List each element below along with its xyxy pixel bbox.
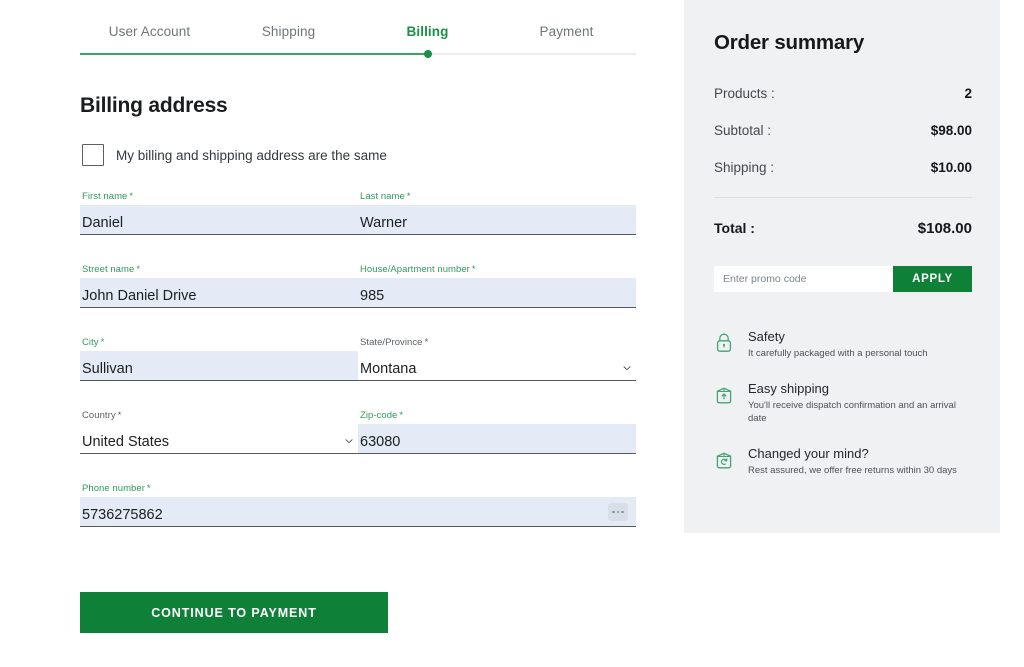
perk-desc: Rest assured, we offer free returns with… [748, 464, 957, 477]
zip-code-label: Zip-code* [358, 410, 636, 424]
same-address-checkbox[interactable] [82, 144, 104, 166]
state-select[interactable]: Montana [358, 351, 636, 381]
state-label: State/Province* [358, 337, 636, 351]
state-field[interactable]: State/Province* Montana [358, 337, 636, 381]
perk-easy-shipping: Easy shipping You'll receive dispatch co… [714, 381, 972, 425]
same-address-row[interactable]: My billing and shipping address are the … [82, 144, 636, 166]
perk-title: Changed your mind? [748, 446, 957, 461]
chevron-down-icon [344, 436, 354, 446]
page-title: Billing address [80, 94, 636, 118]
country-select-value: United States [82, 434, 169, 450]
same-address-label: My billing and shipping address are the … [116, 148, 387, 163]
state-select-value: Montana [360, 361, 416, 377]
step-shipping[interactable]: Shipping [219, 24, 358, 53]
shipping-value: $10.00 [931, 160, 972, 175]
form-row-name: First name* Daniel Last name* Warner [80, 191, 636, 235]
perk-safety-text: Safety It carefully packaged with a pers… [748, 329, 928, 360]
perk-changed-your-mind-text: Changed your mind? Rest assured, we offe… [748, 446, 957, 477]
first-name-label: First name* [80, 191, 358, 205]
stepper-labels: User Account Shipping Billing Payment [80, 24, 636, 53]
step-billing[interactable]: Billing [358, 24, 497, 53]
zip-code-input[interactable]: 63080 [358, 424, 636, 454]
shipping-label: Shipping : [714, 160, 774, 175]
perks-list: Safety It carefully packaged with a pers… [714, 329, 972, 477]
form-fields: First name* Daniel Last name* Warner Str… [80, 191, 636, 527]
city-label: City* [80, 337, 358, 351]
stepper-track [80, 53, 636, 55]
perk-changed-your-mind: Changed your mind? Rest assured, we offe… [714, 446, 972, 477]
phone-number-field[interactable]: Phone number* 5736275862 [80, 483, 636, 527]
perk-desc: It carefully packaged with a personal to… [748, 347, 928, 360]
step-payment[interactable]: Payment [497, 24, 636, 53]
phone-number-label: Phone number* [80, 483, 636, 497]
order-summary-title: Order summary [714, 31, 972, 55]
form-row-country-zip: Country* United States Zip-code* 63080 [80, 410, 636, 454]
house-number-field[interactable]: House/Apartment number* 985 [358, 264, 636, 308]
box-return-arrow-icon [714, 446, 738, 477]
first-name-input[interactable]: Daniel [80, 205, 358, 235]
perk-easy-shipping-text: Easy shipping You'll receive dispatch co… [748, 381, 970, 425]
subtotal-value: $98.00 [931, 123, 972, 138]
house-number-label: House/Apartment number* [358, 264, 636, 278]
country-label: Country* [80, 410, 358, 424]
billing-form-column: User Account Shipping Billing Payment Bi… [80, 0, 636, 633]
ellipsis-icon[interactable] [608, 503, 628, 521]
perk-desc: You'll receive dispatch confirmation and… [748, 399, 970, 425]
order-summary-panel: Order summary Products : 2 Subtotal : $9… [684, 0, 1000, 533]
city-input[interactable]: Sullivan [80, 351, 358, 381]
country-select[interactable]: United States [80, 424, 358, 454]
checkout-stepper: User Account Shipping Billing Payment [80, 0, 636, 55]
step-user-account[interactable]: User Account [80, 24, 219, 53]
products-label: Products : [714, 86, 775, 101]
summary-row-products: Products : 2 [714, 86, 972, 101]
promo-code-input[interactable] [714, 266, 893, 292]
street-name-input[interactable]: John Daniel Drive [80, 278, 358, 308]
zip-code-field[interactable]: Zip-code* 63080 [358, 410, 636, 454]
city-field[interactable]: City* Sullivan [80, 337, 358, 381]
total-value: $108.00 [918, 220, 972, 237]
summary-divider [714, 197, 972, 198]
form-row-city-state: City* Sullivan State/Province* Montana [80, 337, 636, 381]
form-row-phone: Phone number* 5736275862 [80, 483, 636, 527]
box-up-arrow-icon [714, 381, 738, 425]
perk-title: Safety [748, 329, 928, 344]
chevron-down-icon [622, 363, 632, 373]
total-label: Total : [714, 220, 755, 236]
checkout-page: User Account Shipping Billing Payment Bi… [0, 0, 1024, 667]
last-name-label: Last name* [358, 191, 636, 205]
continue-to-payment-button[interactable]: CONTINUE TO PAYMENT [80, 592, 388, 633]
subtotal-label: Subtotal : [714, 123, 771, 138]
last-name-input[interactable]: Warner [358, 205, 636, 235]
order-summary-lines: Products : 2 Subtotal : $98.00 Shipping … [714, 86, 972, 175]
summary-row-total: Total : $108.00 [714, 220, 972, 237]
lock-icon [714, 329, 738, 360]
house-number-input[interactable]: 985 [358, 278, 636, 308]
country-field[interactable]: Country* United States [80, 410, 358, 454]
first-name-field[interactable]: First name* Daniel [80, 191, 358, 235]
phone-number-input[interactable]: 5736275862 [80, 497, 636, 527]
perk-title: Easy shipping [748, 381, 970, 396]
stepper-current-dot [424, 50, 432, 58]
summary-row-subtotal: Subtotal : $98.00 [714, 123, 972, 138]
form-row-street: Street name* John Daniel Drive House/Apa… [80, 264, 636, 308]
perk-safety: Safety It carefully packaged with a pers… [714, 329, 972, 360]
stepper-progress-fill [80, 53, 428, 55]
promo-code-row: APPLY [714, 266, 972, 292]
apply-promo-button[interactable]: APPLY [893, 266, 972, 292]
phone-number-value: 5736275862 [82, 507, 163, 523]
street-name-label: Street name* [80, 264, 358, 278]
last-name-field[interactable]: Last name* Warner [358, 191, 636, 235]
street-name-field[interactable]: Street name* John Daniel Drive [80, 264, 358, 308]
products-value: 2 [964, 86, 972, 101]
summary-row-shipping: Shipping : $10.00 [714, 160, 972, 175]
